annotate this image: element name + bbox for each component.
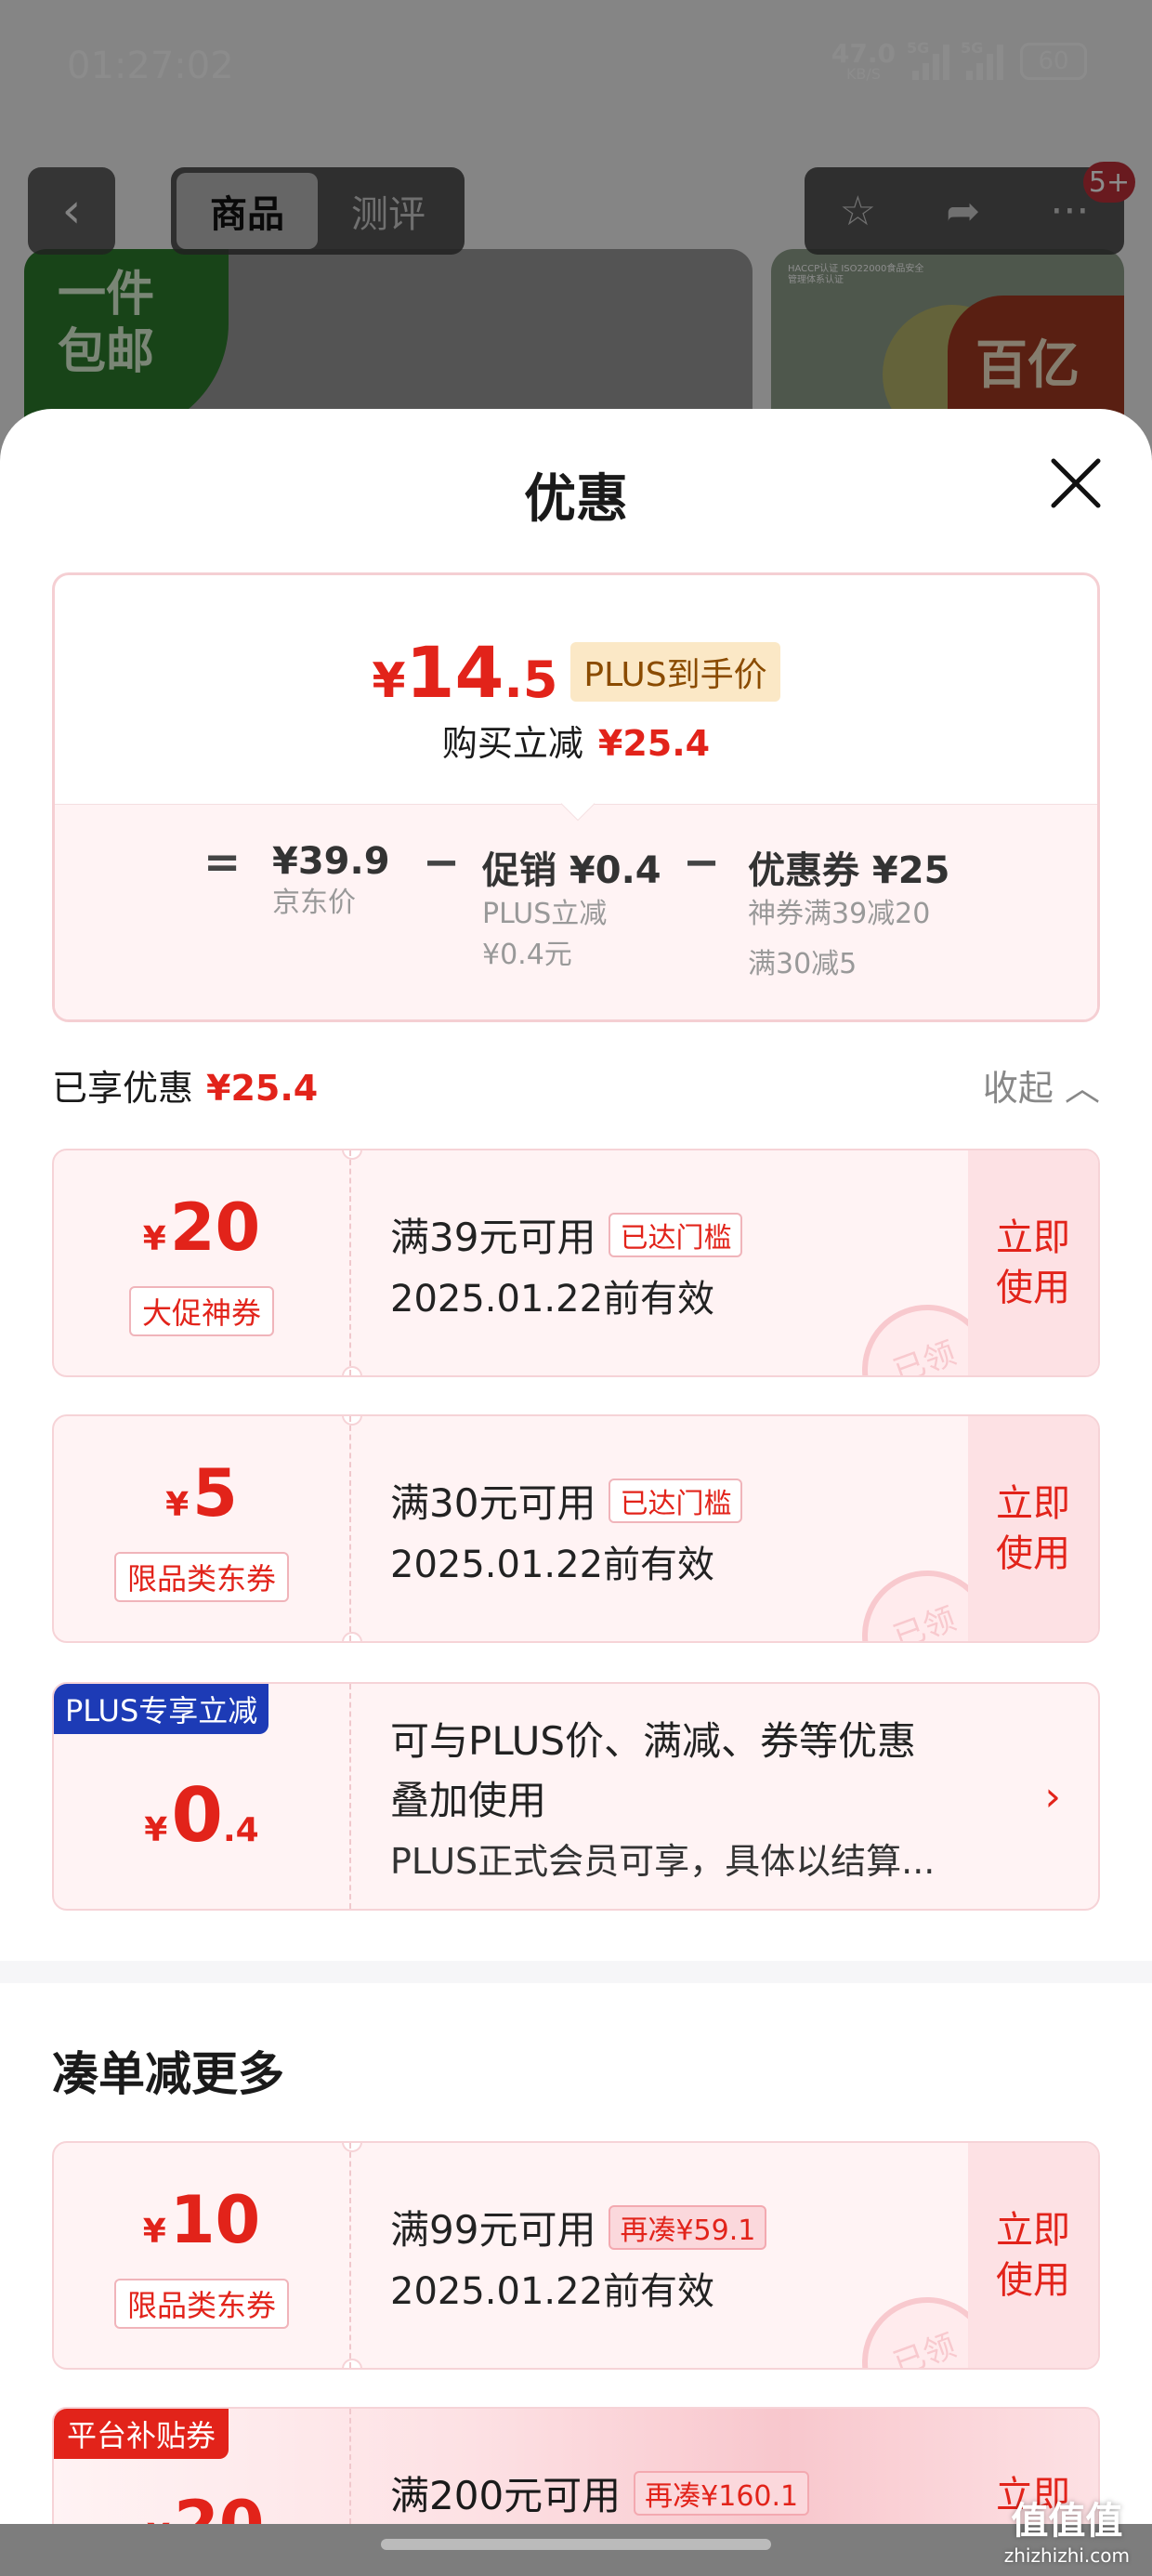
- enjoyed-value: ¥25.4: [206, 1068, 319, 1109]
- plus-value-area: PLUS专享立减 ¥0.4: [54, 1684, 351, 1909]
- coupon-value-area: ¥10 限品类东券: [54, 2143, 351, 2368]
- price-breakdown: = ¥39.9 京东价 − 促销 ¥0.4 PLUS立减 ¥0.4元 − 优惠券…: [55, 786, 1097, 1019]
- plus-amount-dec: .4: [223, 1810, 259, 1849]
- coupon-amount: ¥10: [143, 2183, 260, 2269]
- plus-desc-line2: 叠加使用: [390, 1778, 547, 1823]
- plus-amount: ¥0.4: [144, 1772, 258, 1859]
- coupon-info: 满200元可用 再凑¥160.1: [390, 2464, 810, 2521]
- coupon-condition: 满99元可用: [390, 2207, 596, 2253]
- plus-info: 可与PLUS价、满减、券等优惠 叠加使用 PLUS正式会员可享，具体以结算...: [390, 1712, 1003, 1884]
- promo-sub-2: ¥0.4元: [482, 939, 572, 971]
- coupon-amount-value: 5: [192, 1454, 238, 1531]
- jd-price-label: 京东价: [272, 887, 356, 919]
- equals-sign: =: [203, 836, 242, 888]
- section-divider: [0, 1961, 1152, 1983]
- final-price-line: ¥14.5 PLUS到手价: [55, 631, 1097, 714]
- final-price: ¥14.5: [372, 631, 557, 714]
- promo-value: 促销 ¥0.4: [482, 849, 661, 892]
- use-now-button[interactable]: 立即 使用: [968, 2143, 1098, 2368]
- price-dec: .5: [504, 651, 558, 709]
- use-now-button[interactable]: 立即 使用: [968, 1416, 1098, 1641]
- coupon-value-area: ¥5 限品类东券: [54, 1416, 351, 1641]
- coupon-condition-row: 满30元可用 已达门槛: [390, 1472, 743, 1529]
- coupon-yen: ¥: [142, 2212, 166, 2251]
- coupon-yen: ¥: [142, 1219, 166, 1258]
- coupon-info: 满39元可用 已达门槛 2025.01.22前有效: [390, 1206, 743, 1322]
- plus-desc-line1: 可与PLUS价、满减、券等优惠: [390, 1718, 917, 1764]
- price-int: 14: [405, 631, 504, 714]
- coupon-amount: ¥20: [143, 1190, 260, 1277]
- add-more-badge: 再凑¥59.1: [609, 2204, 767, 2250]
- coupon-amount-value: 20: [169, 1189, 261, 1266]
- promo-discount: 促销 ¥0.4 PLUS立减 ¥0.4元: [482, 840, 661, 976]
- sheet-title: 优惠: [524, 469, 628, 530]
- threshold-badge: 已达门槛: [609, 1478, 743, 1523]
- coupon-yen: ¥: [165, 1485, 190, 1524]
- watermark-logo-text: 值值值: [1011, 2500, 1123, 2543]
- coupon-condition: 满200元可用: [390, 2473, 622, 2518]
- reduce-line: 购买立减 ¥25.4: [55, 715, 1097, 766]
- plus-amount-int: 0: [171, 1771, 223, 1859]
- plus-yen: ¥: [144, 1810, 168, 1849]
- plus-desc-line3: PLUS正式会员可享，具体以结算...: [390, 1841, 936, 1882]
- reduce-label: 购买立减: [441, 723, 583, 764]
- plus-price-tag: PLUS到手价: [570, 642, 780, 702]
- overlay-dim[interactable]: [0, 0, 1152, 465]
- discount-sheet: 优惠 ¥14.5 PLUS到手价 购买立减 ¥25.4 = ¥39.9 京东价 −: [0, 409, 1152, 2576]
- coupon-value: 优惠券 ¥25: [748, 849, 950, 892]
- threshold-badge: 已达门槛: [609, 1212, 743, 1257]
- jd-price: ¥39.9 京东价: [272, 840, 390, 924]
- home-indicator[interactable]: [381, 2539, 771, 2550]
- watermark: 值值值 zhizhizhi.com: [1004, 2491, 1130, 2567]
- coupon-info: 满30元可用 已达门槛 2025.01.22前有效: [390, 1472, 743, 1588]
- coupon-condition: 满39元可用: [390, 1215, 596, 1260]
- reduce-value: ¥25.4: [597, 723, 711, 764]
- coupon-sub-2: 满30减5: [748, 948, 857, 980]
- coupon-sub-1: 神券满39减20: [748, 898, 931, 930]
- coupon-card: ¥5 限品类东券 满30元可用 已达门槛 2025.01.22前有效 已领 立即…: [52, 1414, 1100, 1643]
- coupon-condition-row: 满200元可用 再凑¥160.1: [390, 2464, 810, 2521]
- promo-sub-1: PLUS立减: [482, 898, 608, 930]
- coupon-amount: ¥5: [165, 1456, 238, 1543]
- coupon-condition-row: 满39元可用 已达门槛: [390, 1206, 743, 1263]
- use-now-button[interactable]: 立即 使用: [968, 1150, 1098, 1375]
- coupon-value-area: ¥20 大促神券: [54, 1150, 351, 1375]
- minus-sign: −: [423, 836, 461, 888]
- coupon-expiry: 2025.01.22前有效: [390, 1278, 715, 1321]
- coupon-amount-value: 10: [169, 2181, 261, 2258]
- coupon-expiry: 2025.01.22前有效: [390, 2270, 715, 2313]
- chevron-right-icon: ›: [1044, 1773, 1061, 1820]
- coupon-type: 大促神券: [128, 1285, 274, 1336]
- enjoyed-label: 已享优惠: [52, 1068, 194, 1109]
- plus-exclusive-tag: PLUS专享立减: [54, 1684, 269, 1734]
- coupon-condition: 满30元可用: [390, 1480, 596, 1526]
- price-calculation: = ¥39.9 京东价 − 促销 ¥0.4 PLUS立减 ¥0.4元 − 优惠券…: [55, 836, 1097, 989]
- close-icon[interactable]: [1046, 453, 1106, 513]
- coupon-discount: 优惠券 ¥25 神券满39减20 满30减5: [748, 840, 949, 985]
- platform-subsidy-tag: 平台补贴券: [54, 2409, 229, 2459]
- coupon-info: 满99元可用 再凑¥59.1 2025.01.22前有效: [390, 2199, 767, 2315]
- more-discount-title: 凑单减更多: [52, 2047, 284, 2101]
- coupon-expiry: 2025.01.22前有效: [390, 1544, 715, 1586]
- minus-sign-2: −: [683, 836, 721, 888]
- watermark-url: zhizhizhi.com: [1003, 2544, 1130, 2567]
- enjoyed-discount-row: 已享优惠 ¥25.4 收起 ︿: [52, 1059, 1100, 1111]
- coupon-type: 限品类东券: [113, 2278, 289, 2329]
- coupon-condition-row: 满99元可用 再凑¥59.1: [390, 2199, 767, 2255]
- price-yen: ¥: [372, 653, 406, 709]
- price-summary-top: ¥14.5 PLUS到手价 购买立减 ¥25.4: [55, 575, 1097, 804]
- plus-discount-card[interactable]: PLUS专享立减 ¥0.4 可与PLUS价、满减、券等优惠 叠加使用 PLUS正…: [52, 1682, 1100, 1911]
- coupon-type: 限品类东券: [113, 1551, 289, 1602]
- jd-price-value: ¥39.9: [272, 840, 390, 883]
- add-more-badge: 再凑¥160.1: [634, 2470, 810, 2516]
- collapse-button[interactable]: 收起 ︿: [983, 1059, 1100, 1111]
- price-summary: ¥14.5 PLUS到手价 购买立减 ¥25.4 = ¥39.9 京东价 − 促销…: [52, 572, 1100, 1022]
- coupon-card: ¥20 大促神券 满39元可用 已达门槛 2025.01.22前有效 已领 立即…: [52, 1149, 1100, 1377]
- coupon-card: ¥10 限品类东券 满99元可用 再凑¥59.1 2025.01.22前有效 已…: [52, 2141, 1100, 2370]
- gesture-bar-background: [0, 2524, 1152, 2576]
